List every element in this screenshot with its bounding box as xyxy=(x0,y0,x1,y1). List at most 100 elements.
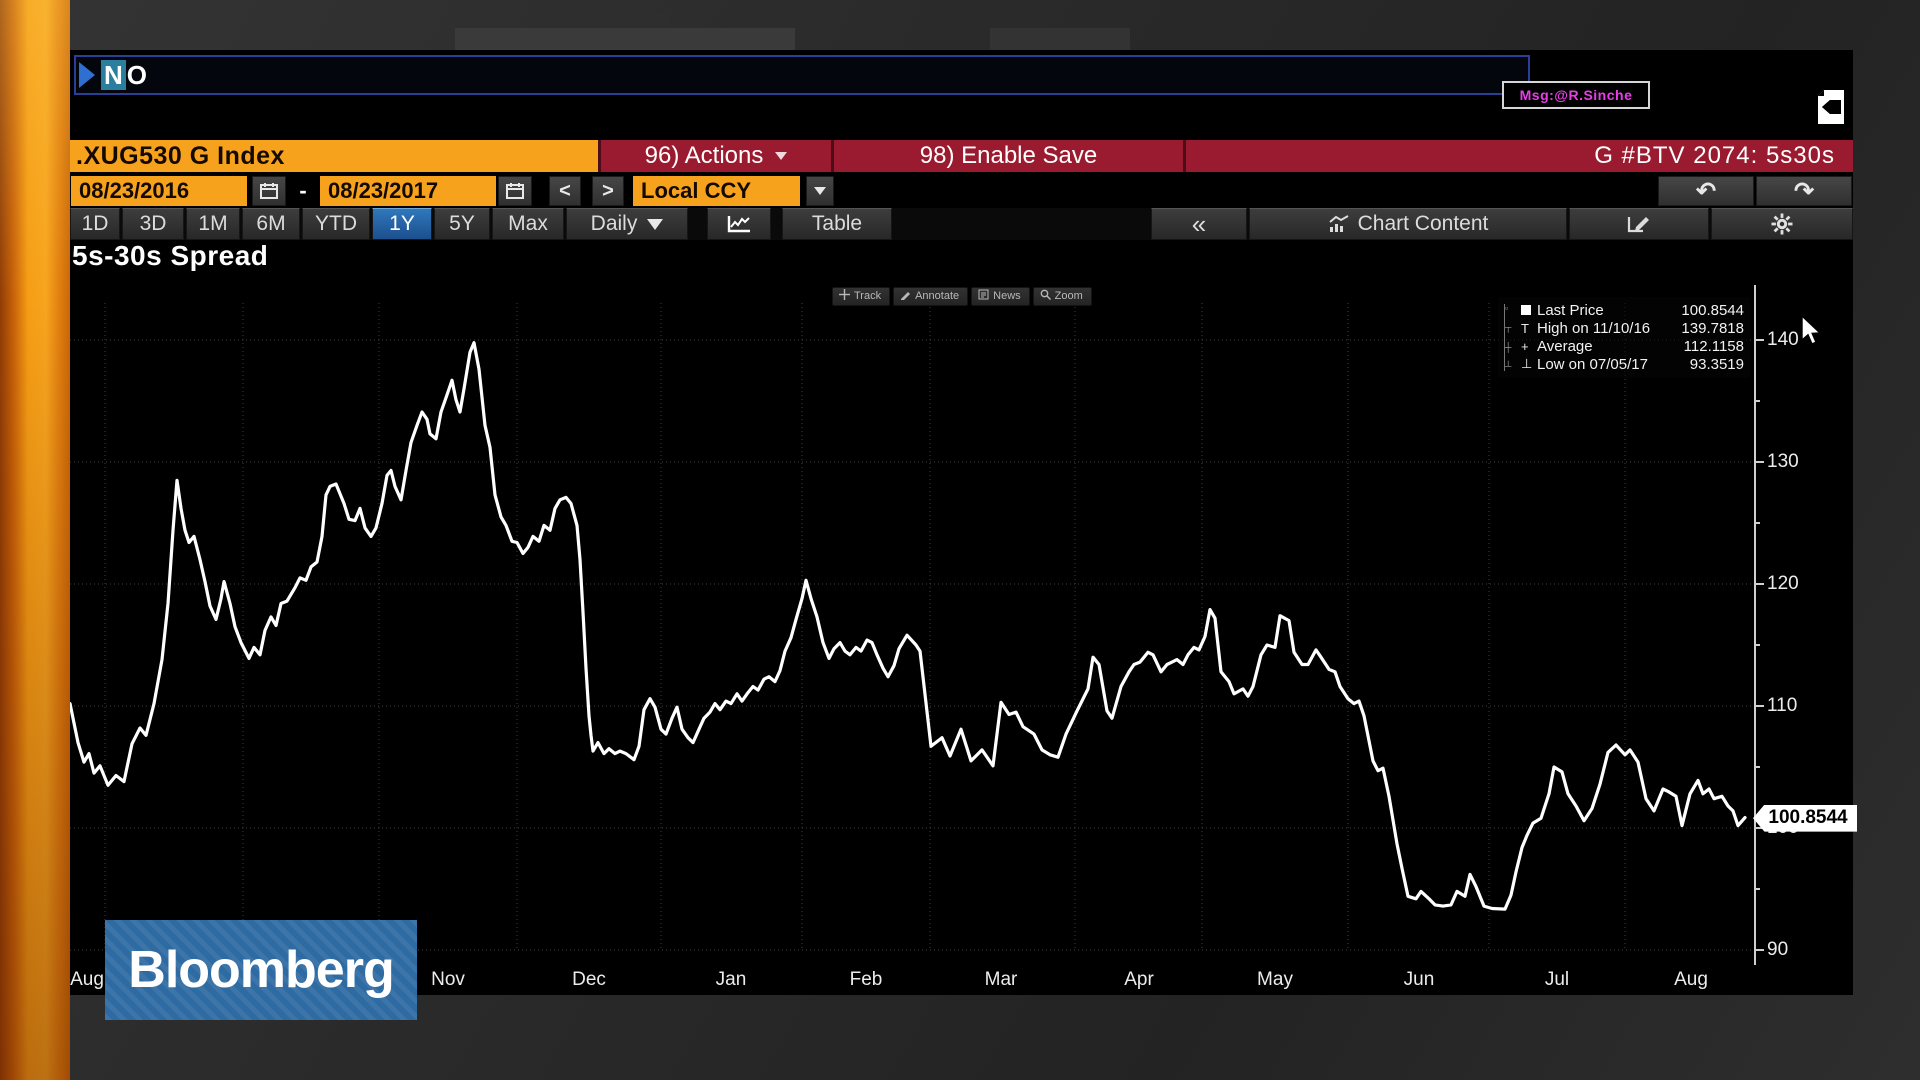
range-button-max[interactable]: Max xyxy=(492,208,564,240)
prev-period-button[interactable]: < xyxy=(549,176,581,206)
table-button[interactable]: Table xyxy=(782,208,892,240)
bloomberg-logo-text: Bloomberg xyxy=(128,940,393,1000)
legend-value: 139.7818 xyxy=(1674,320,1744,337)
terminal-window: N O Msg:@R.Sinche .XUG530 G Index 96) Ac… xyxy=(70,50,1853,995)
chart-content-label: Chart Content xyxy=(1358,212,1489,236)
undo-button[interactable]: ↶ xyxy=(1658,176,1754,206)
date-range-bar: 08/23/2016 - 08/23/2017 < > Local CCY ↶ … xyxy=(70,176,1853,206)
actions-button[interactable]: 96) Actions xyxy=(598,140,831,172)
studio-orange-strip xyxy=(0,0,70,1080)
chart-tool-annotate-button[interactable]: Annotate xyxy=(893,287,968,306)
chart-type-button[interactable] xyxy=(707,208,771,240)
chart-tool-label: Zoom xyxy=(1055,290,1083,302)
command-text-selected: N xyxy=(101,60,126,90)
legend-bracket: ▫┬┼┴ xyxy=(1504,304,1517,371)
legend-label: Last Price xyxy=(1537,302,1674,319)
price-chart[interactable] xyxy=(70,285,1770,967)
frequency-dropdown[interactable]: Daily xyxy=(566,208,688,240)
settings-button[interactable] xyxy=(1711,208,1853,240)
range-button-1y[interactable]: 1Y xyxy=(372,208,432,240)
tv-screen: N O Msg:@R.Sinche .XUG530 G Index 96) Ac… xyxy=(0,0,1920,1080)
gear-icon xyxy=(1771,213,1793,235)
undo-icon: ↶ xyxy=(1696,177,1716,206)
chart-content-button[interactable]: Chart Content xyxy=(1249,208,1567,240)
chart-content-icon xyxy=(1328,215,1350,233)
legend-row[interactable]: +Average112.1158 xyxy=(1521,337,1744,355)
y-axis-tick-label: 110 xyxy=(1767,695,1827,717)
x-axis-month-label: Mar xyxy=(966,969,1036,991)
collapse-panel-button[interactable]: « xyxy=(1151,208,1247,240)
enable-save-button[interactable]: 98) Enable Save xyxy=(831,140,1183,172)
x-axis-month-label: Aug xyxy=(1656,969,1726,991)
currency-dropdown-button[interactable] xyxy=(806,176,834,206)
chart-tool-zoom-button[interactable]: Zoom xyxy=(1033,287,1092,306)
currency-mode-field[interactable]: Local CCY xyxy=(633,176,800,206)
end-calendar-button[interactable] xyxy=(498,176,532,206)
caret-down-icon xyxy=(647,219,663,230)
x-axis-month-label: May xyxy=(1240,969,1310,991)
range-button-1m[interactable]: 1M xyxy=(186,208,240,240)
range-button-1d[interactable]: 1D xyxy=(70,208,120,240)
x-axis-month-label: Jun xyxy=(1384,969,1454,991)
legend-value: 100.8544 xyxy=(1674,302,1744,319)
export-icon[interactable] xyxy=(1812,86,1854,133)
next-period-button[interactable]: > xyxy=(592,176,624,206)
legend-label: High on 11/10/16 xyxy=(1537,320,1674,337)
legend-row[interactable]: Last Price100.8544 xyxy=(1521,301,1744,319)
date-range-separator: - xyxy=(290,176,316,206)
legend-value: 93.3519 xyxy=(1674,356,1744,373)
ticker-bar: .XUG530 G Index 96) Actions 98) Enable S… xyxy=(70,140,1853,172)
range-button-5y[interactable]: 5Y xyxy=(434,208,490,240)
legend-marker-high-icon: T xyxy=(1521,321,1537,336)
toolbar-right-group: « Chart Content xyxy=(1151,208,1853,240)
bloomberg-logo: Bloomberg xyxy=(105,920,417,1020)
legend-row[interactable]: ⊥Low on 07/05/1793.3519 xyxy=(1521,355,1744,373)
frequency-label: Daily xyxy=(591,212,638,236)
security-ticker[interactable]: .XUG530 G Index xyxy=(70,140,598,172)
session-label: G #BTV 2074: 5s30s xyxy=(1183,140,1853,172)
chart-tools-bar: Track Annotate News Zoom xyxy=(832,287,1092,306)
x-axis-month-label: Apr xyxy=(1104,969,1174,991)
range-button-group: 1D3D1M6MYTD1Y5YMax xyxy=(70,208,566,240)
chart-tool-label: News xyxy=(993,290,1021,302)
chart-toolbar: 1D3D1M6MYTD1Y5YMax Daily Table « xyxy=(70,208,1853,240)
command-prompt-icon xyxy=(79,62,95,88)
command-text: O xyxy=(126,60,148,90)
range-button-6m[interactable]: 6M xyxy=(242,208,300,240)
news-icon xyxy=(978,289,989,303)
range-button-ytd[interactable]: YTD xyxy=(302,208,370,240)
mouse-cursor xyxy=(1800,316,1826,351)
chart-tool-news-button[interactable]: News xyxy=(971,287,1030,306)
command-input[interactable]: N O xyxy=(74,55,1530,95)
edit-chart-icon xyxy=(1627,214,1651,234)
background-window-fragment xyxy=(990,28,1130,50)
chart-tool-label: Track xyxy=(854,290,881,302)
zoom-icon xyxy=(1040,289,1051,303)
start-date-field[interactable]: 08/23/2016 xyxy=(71,176,247,206)
message-badge[interactable]: Msg:@R.Sinche xyxy=(1502,81,1650,109)
line-chart-icon xyxy=(726,214,752,234)
x-axis-month-label: Jan xyxy=(696,969,766,991)
legend-marker-low-icon: ⊥ xyxy=(1521,356,1537,372)
background-window-fragment xyxy=(455,28,795,52)
legend-row[interactable]: THigh on 11/10/16139.7818 xyxy=(1521,319,1744,337)
last-price-badge: 100.8544 xyxy=(1753,805,1857,832)
legend-value: 112.1158 xyxy=(1674,338,1744,355)
next-chevron-icon: > xyxy=(602,181,614,201)
annotate-icon xyxy=(900,289,911,303)
chart-legend: ▫┬┼┴ Last Price100.8544THigh on 11/10/16… xyxy=(1498,297,1750,378)
y-axis-tick-label: 120 xyxy=(1767,573,1827,595)
price-line xyxy=(70,343,1745,909)
chart-area: 90100110120130140 AugSepOctNovDecJanFebM… xyxy=(70,285,1853,997)
legend-marker-square-icon xyxy=(1521,305,1537,315)
redo-button[interactable]: ↷ xyxy=(1756,176,1852,206)
x-axis-month-label: Jul xyxy=(1522,969,1592,991)
annotate-chart-button[interactable] xyxy=(1569,208,1709,240)
redo-icon: ↷ xyxy=(1794,177,1814,206)
end-date-field[interactable]: 08/23/2017 xyxy=(320,176,496,206)
chart-tool-track-button[interactable]: Track xyxy=(832,287,890,306)
range-button-3d[interactable]: 3D xyxy=(122,208,184,240)
double-chevron-left-icon: « xyxy=(1192,209,1206,240)
actions-label: 96) Actions xyxy=(645,142,764,170)
start-calendar-button[interactable] xyxy=(252,176,286,206)
